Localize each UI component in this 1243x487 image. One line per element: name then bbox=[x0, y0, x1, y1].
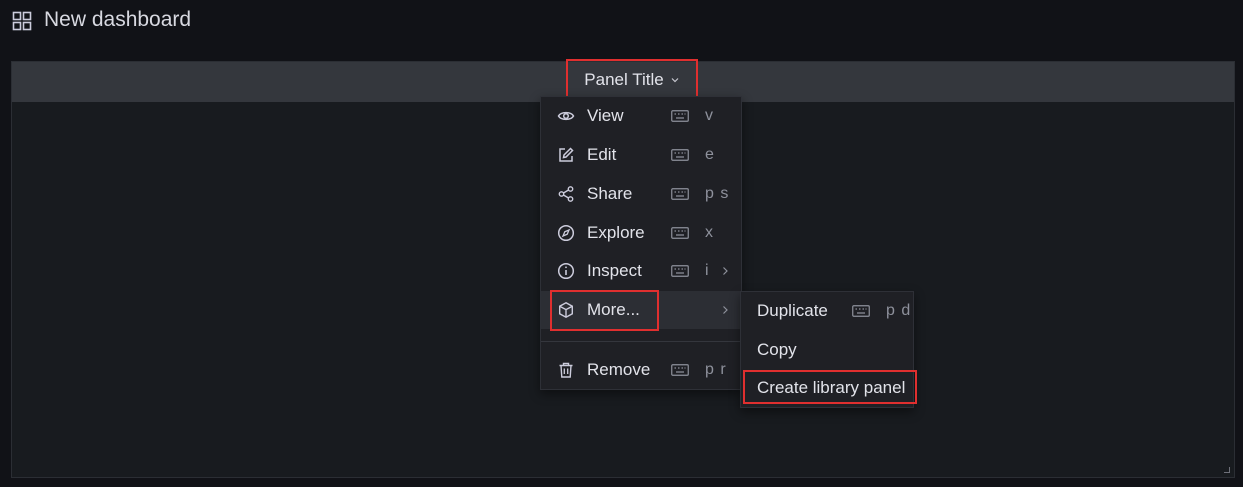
resize-handle-icon[interactable] bbox=[1224, 467, 1230, 473]
menu-item-more[interactable]: More... bbox=[541, 291, 741, 329]
menu-item-share[interactable]: Share p s bbox=[541, 175, 741, 213]
keyboard-icon bbox=[671, 227, 689, 239]
top-bar: New dashboard bbox=[0, 0, 1243, 44]
dashboard-title[interactable]: New dashboard bbox=[44, 8, 191, 32]
panel-context-menu: View v Edit e Share p s Explore x Inspec… bbox=[540, 96, 742, 390]
menu-item-label: Explore bbox=[587, 223, 645, 242]
menu-item-inspect[interactable]: Inspect i bbox=[541, 252, 741, 290]
cube-icon bbox=[559, 302, 573, 318]
keyboard-icon bbox=[671, 188, 689, 200]
menu-item-label: Edit bbox=[587, 145, 617, 164]
submenu-item-copy[interactable]: Copy bbox=[741, 331, 913, 369]
menu-item-shortcut: x bbox=[705, 224, 714, 241]
menu-item-label: Share bbox=[587, 184, 633, 203]
menu-item-shortcut: v bbox=[705, 107, 714, 124]
submenu-item-create-library-panel[interactable]: Create library panel bbox=[741, 369, 913, 407]
keyboard-icon bbox=[671, 110, 689, 122]
eye-icon bbox=[557, 111, 575, 121]
keyboard-icon bbox=[671, 265, 689, 277]
menu-divider bbox=[541, 341, 741, 342]
menu-item-label: Remove bbox=[587, 360, 651, 379]
submenu-item-label: Copy bbox=[757, 340, 797, 359]
menu-item-shortcut: p r bbox=[705, 361, 727, 378]
menu-item-remove[interactable]: Remove p r bbox=[541, 351, 741, 389]
submenu-item-label: Create library panel bbox=[757, 378, 906, 397]
submenu-item-duplicate[interactable]: Duplicate p d bbox=[741, 292, 913, 330]
menu-item-label: Inspect bbox=[587, 261, 642, 280]
more-submenu: Duplicate p d Copy Create library panel bbox=[740, 291, 914, 408]
menu-item-shortcut: p s bbox=[705, 185, 730, 202]
edit-icon bbox=[559, 147, 574, 162]
menu-item-explore[interactable]: Explore x bbox=[541, 214, 741, 252]
menu-item-shortcut: e bbox=[705, 146, 715, 163]
menu-item-view[interactable]: View v bbox=[541, 97, 741, 135]
menu-item-edit[interactable]: Edit e bbox=[541, 136, 741, 174]
menu-item-shortcut: i bbox=[705, 262, 710, 279]
info-icon bbox=[557, 262, 575, 280]
keyboard-icon bbox=[671, 364, 689, 376]
submenu-item-label: Duplicate bbox=[757, 301, 828, 320]
chevron-right-icon bbox=[723, 306, 728, 314]
panel-title-label: Panel Title bbox=[584, 69, 664, 89]
menu-item-label: View bbox=[587, 106, 624, 125]
keyboard-icon bbox=[852, 305, 870, 317]
chevron-right-icon bbox=[723, 267, 728, 275]
trash-icon bbox=[559, 362, 573, 378]
apps-grid-icon[interactable] bbox=[12, 11, 32, 31]
submenu-item-shortcut: p d bbox=[886, 302, 912, 319]
keyboard-icon bbox=[671, 149, 689, 161]
chevron-down-icon bbox=[671, 77, 679, 82]
share-icon bbox=[558, 186, 574, 202]
compass-icon bbox=[557, 224, 575, 242]
panel-title-button[interactable]: Panel Title bbox=[566, 59, 698, 100]
menu-item-label: More... bbox=[587, 300, 640, 319]
